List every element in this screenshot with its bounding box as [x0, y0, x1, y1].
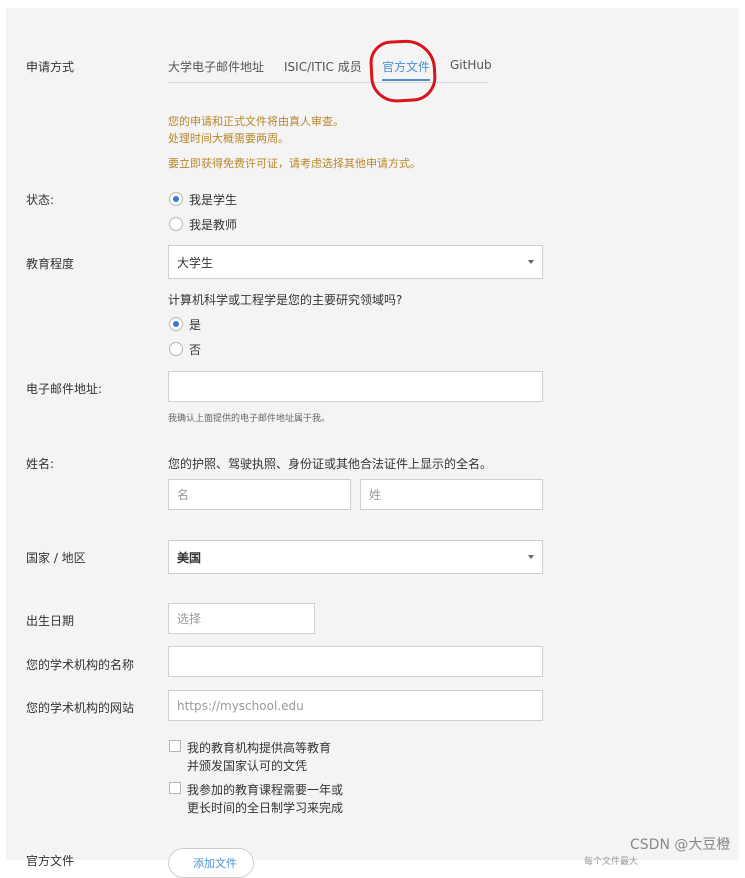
radio-checked-icon[interactable] — [169, 317, 183, 331]
full-time-study-line2: 更长时间的全日制学习来完成 — [187, 801, 344, 815]
status-teacher-option[interactable]: 我是教师 — [169, 216, 237, 232]
dropdown-caret-icon — [528, 260, 534, 264]
institution-name-label: 您的学术机构的名称 — [26, 658, 135, 672]
institution-name-field[interactable] — [168, 646, 543, 677]
name-label: 姓名: — [26, 457, 55, 471]
higher-education-text: 我的教育机构提供高等教育 并颁发国家认可的文凭 — [187, 739, 331, 775]
add-file-button-label: 添加文件 — [193, 857, 237, 870]
cs-no-option[interactable]: 否 — [169, 341, 201, 357]
tab-official-document[interactable]: 官方文件 — [382, 58, 430, 75]
active-tab-underline — [382, 79, 430, 81]
cs-no-label: 否 — [189, 342, 202, 357]
last-name-input[interactable] — [369, 487, 542, 502]
official-document-label: 官方文件 — [26, 854, 75, 868]
status-teacher-label: 我是教师 — [189, 217, 238, 232]
education-label: 教育程度 — [26, 257, 75, 271]
full-time-study-line1: 我参加的教育课程需要一年或 — [187, 783, 344, 797]
email-input[interactable] — [177, 379, 542, 394]
alternative-method-note: 要立即获得免费许可证，请考虑选择其他申请方式。 — [168, 157, 421, 170]
institution-site-input[interactable] — [177, 698, 542, 713]
country-value: 美国 — [177, 550, 202, 565]
name-instruction: 您的护照、驾驶执照、身份证或其他合法证件上显示的全名。 — [168, 457, 493, 471]
radio-unchecked-icon[interactable] — [169, 342, 183, 356]
email-hint: 我确认上面提供的电子邮件地址属于我。 — [168, 414, 331, 424]
dropdown-caret-icon — [528, 555, 534, 559]
radio-unchecked-icon[interactable] — [169, 217, 183, 231]
status-label: 状态: — [26, 193, 55, 207]
review-note: 您的申请和正式文件将由真人审查。 — [168, 115, 344, 128]
processing-time-note: 处理时间大概需要两周。 — [168, 132, 289, 145]
email-label: 电子邮件地址: — [26, 382, 103, 396]
country-label: 国家 / 地区 — [26, 551, 86, 565]
file-size-note: 每个文件最大 — [584, 857, 639, 867]
higher-education-line1: 我的教育机构提供高等教育 — [187, 741, 332, 755]
csdn-watermark: CSDN @大豆橙 — [630, 837, 731, 853]
institution-name-input[interactable] — [177, 654, 542, 669]
checkbox-icon[interactable] — [169, 740, 181, 752]
higher-education-line2: 并颁发国家认可的文凭 — [187, 759, 308, 773]
first-name-field[interactable] — [168, 479, 351, 510]
method-label: 申请方式 — [26, 60, 75, 74]
institution-site-field[interactable] — [168, 690, 543, 721]
cs-yes-label: 是 — [189, 317, 202, 332]
full-time-study-checkbox-row[interactable]: 我参加的教育课程需要一年或 更长时间的全日制学习来完成 — [169, 781, 343, 817]
checkbox-icon[interactable] — [169, 782, 181, 794]
add-file-button[interactable]: 添加文件 — [168, 848, 254, 878]
education-select[interactable]: 大学生 — [168, 245, 543, 279]
full-time-study-text: 我参加的教育课程需要一年或 更长时间的全日制学习来完成 — [187, 781, 343, 817]
cs-yes-option[interactable]: 是 — [169, 316, 201, 332]
birth-date-input[interactable] — [177, 611, 314, 626]
institution-site-label: 您的学术机构的网站 — [26, 701, 135, 715]
method-tabs: 大学电子邮件地址 ISIC/ITIC 成员 官方文件 GitHub — [168, 56, 492, 83]
higher-education-checkbox-row[interactable]: 我的教育机构提供高等教育 并颁发国家认可的文凭 — [169, 739, 331, 775]
birth-date-label: 出生日期 — [26, 614, 75, 628]
form-panel — [6, 8, 739, 860]
email-field[interactable] — [168, 371, 543, 402]
status-student-option[interactable]: 我是学生 — [169, 191, 237, 207]
tab-university-email[interactable]: 大学电子邮件地址 — [168, 58, 264, 75]
tab-github[interactable]: GitHub — [450, 58, 492, 72]
status-student-label: 我是学生 — [189, 192, 238, 207]
radio-checked-icon[interactable] — [169, 192, 183, 206]
first-name-input[interactable] — [177, 487, 350, 502]
education-value: 大学生 — [177, 255, 214, 270]
tab-isic-itic[interactable]: ISIC/ITIC 成员 — [284, 58, 362, 75]
last-name-field[interactable] — [360, 479, 543, 510]
birth-date-field[interactable] — [168, 603, 315, 634]
country-select[interactable]: 美国 — [168, 540, 543, 574]
cs-question: 计算机科学或工程学是您的主要研究领域吗? — [168, 293, 403, 307]
